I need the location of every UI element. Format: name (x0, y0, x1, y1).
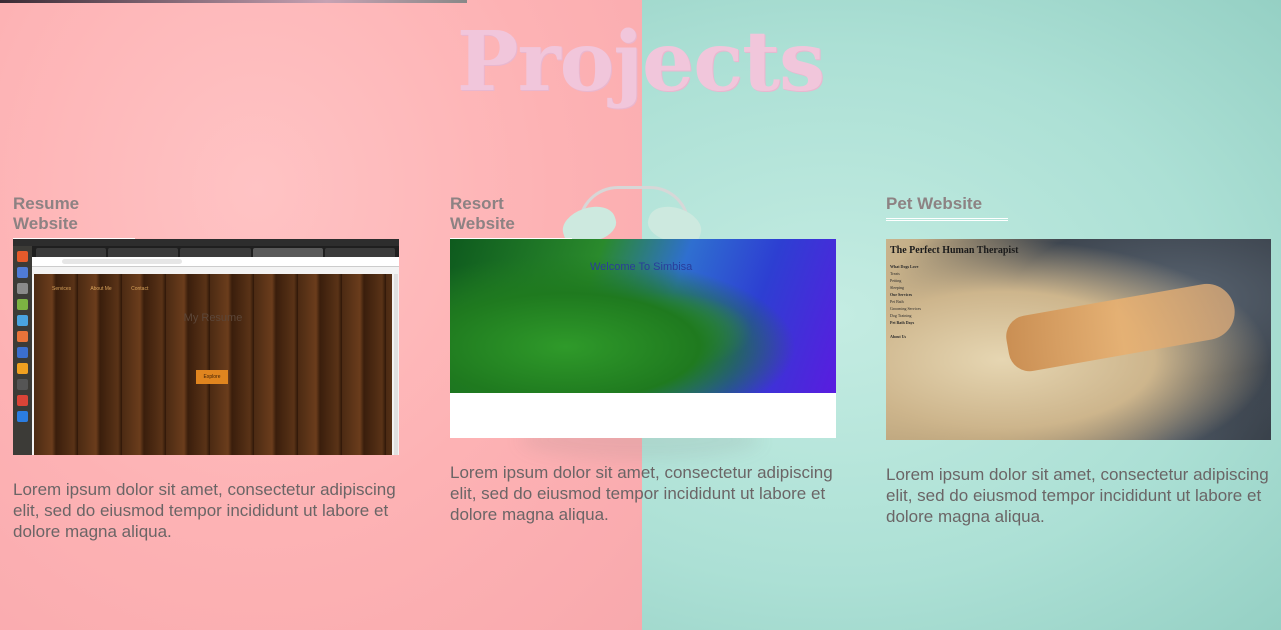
pet-section-title: Our Services (890, 292, 913, 297)
project-title-link[interactable]: Resort Website (450, 194, 572, 241)
pet-list-item: Pet Bath (890, 299, 904, 304)
project-card-pet: Pet Website (886, 194, 1272, 221)
header-image-edge (0, 0, 467, 3)
pet-hero-image: The Perfect Human Therapist What Dogs Lo… (886, 239, 1271, 440)
pet-list-item: Treats (890, 271, 900, 276)
resort-heading: Welcome To Simbisa (590, 261, 693, 273)
resume-explore-button: Explore (196, 370, 228, 384)
pet-list-item: Petting (890, 278, 902, 283)
project-description: Lorem ipsum dolor sit amet, consectetur … (886, 465, 1269, 526)
resort-page-body (450, 393, 836, 438)
resort-hero-image: Welcome To Simbisa (450, 239, 836, 393)
resume-nav-item: Contact (131, 286, 149, 292)
pet-list-item: Dog Training (890, 313, 912, 318)
pet-list-item: Grooming Services (890, 306, 921, 311)
pet-section-title: About Us (890, 334, 907, 339)
browser-tabs (32, 246, 399, 257)
browser-scrollbar (394, 274, 398, 455)
resume-nav-item: Services (52, 286, 72, 292)
os-launcher (13, 246, 32, 455)
project-title-link[interactable]: Pet Website (886, 194, 1008, 221)
project-title-link[interactable]: Resume Website (13, 194, 135, 241)
resume-nav-item: About Me (90, 286, 112, 292)
project-card-resume: Resume Website (13, 194, 399, 241)
resume-heading: My Resume (183, 312, 243, 324)
project-screenshot-resort[interactable]: Welcome To Simbisa (450, 239, 836, 438)
project-screenshot-pet[interactable]: The Perfect Human Therapist What Dogs Lo… (886, 239, 1271, 440)
project-description: Lorem ipsum dolor sit amet, consectetur … (450, 463, 833, 524)
pet-section-title: What Dogs Love (890, 264, 919, 269)
page-title: Projects (456, 14, 825, 110)
pet-page-content: What Dogs Love Treats Petting Sleeping O… (890, 263, 1090, 340)
project-screenshot-resume[interactable]: Services About Me Contact My Resume Expl… (13, 239, 399, 455)
resume-hero: Services About Me Contact My Resume Expl… (34, 274, 392, 455)
os-top-bar (13, 239, 399, 246)
pet-heading: The Perfect Human Therapist (890, 245, 1019, 256)
resume-nav: Services About Me Contact (52, 286, 166, 292)
pet-list-item: Sleeping (890, 285, 904, 290)
project-card-resort: Resort Website (450, 194, 836, 241)
project-description: Lorem ipsum dolor sit amet, consectetur … (13, 480, 396, 541)
browser-window: Services About Me Contact My Resume Expl… (32, 246, 399, 455)
browser-address-bar (32, 257, 399, 267)
pet-section-title: Pet Bath Days (890, 320, 915, 325)
